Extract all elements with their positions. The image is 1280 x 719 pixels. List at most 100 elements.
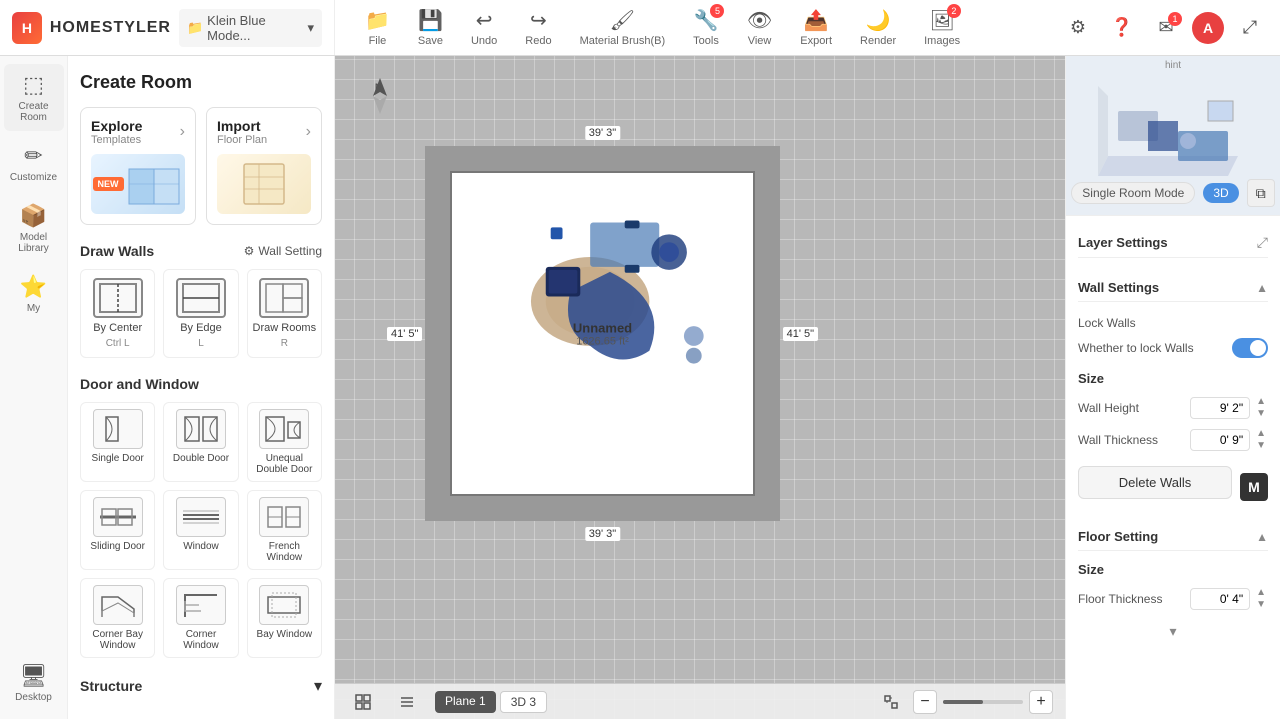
- window-label: Window: [183, 541, 219, 552]
- delete-walls-button[interactable]: Delete Walls: [1078, 466, 1232, 499]
- customize-icon: ✏: [24, 143, 42, 169]
- import-card[interactable]: Import Floor Plan ›: [206, 107, 322, 225]
- wall-height-input[interactable]: [1190, 397, 1250, 419]
- dim-bottom: 39' 3": [585, 527, 620, 541]
- window[interactable]: Window: [163, 490, 238, 570]
- left-panel: ⬚ CreateRoom ✏ Customize 📦 ModelLibrary …: [0, 56, 335, 719]
- bottom-bar: Plane 1 3D 3 − +: [335, 683, 1065, 719]
- sidebar-label-my: My: [27, 303, 40, 314]
- floor-thickness-input[interactable]: [1190, 588, 1250, 610]
- wall-setting-label: Wall Setting: [258, 244, 322, 258]
- zoom-in-button[interactable]: +: [1029, 690, 1053, 714]
- unequal-double-door[interactable]: Unequal Double Door: [247, 402, 322, 482]
- settings-button[interactable]: ⚙: [1060, 10, 1096, 46]
- sidebar-item-customize[interactable]: ✏ Customize: [4, 135, 64, 191]
- toolbar-undo[interactable]: ↩ Undo: [457, 2, 511, 53]
- fullscreen-button[interactable]: ⤢: [1232, 10, 1268, 46]
- floor-setting-chevron-down-icon[interactable]: ▾: [1169, 623, 1176, 640]
- single-room-mode-btn[interactable]: Single Room Mode: [1071, 182, 1195, 204]
- toolbar-right: ⚙ ❓ ✉1 A ⤢: [1048, 10, 1280, 46]
- wall-thickness-down[interactable]: ▼: [1254, 440, 1268, 452]
- explore-title: Explore: [91, 118, 142, 134]
- toolbar-export[interactable]: 📤 Export: [786, 2, 846, 53]
- expand-icon: ⤢: [1257, 234, 1268, 251]
- sidebar-label-customize: Customize: [10, 172, 57, 183]
- explore-card[interactable]: Explore Templates › NEW: [80, 107, 196, 225]
- sidebar-item-create-room[interactable]: ⬚ CreateRoom: [4, 64, 64, 131]
- zoom-out-button[interactable]: −: [913, 690, 937, 714]
- m-badge[interactable]: M: [1240, 473, 1268, 501]
- floor-thickness-down[interactable]: ▼: [1254, 599, 1268, 611]
- toolbar-images[interactable]: 🖼2 Images: [910, 2, 974, 53]
- wall-settings-section: Wall Settings ▲ Lock Walls Whether to lo…: [1078, 274, 1268, 507]
- mail-button[interactable]: ✉1: [1148, 10, 1184, 46]
- sidebar-item-desktop[interactable]: 🖥 Desktop: [4, 655, 64, 711]
- french-window[interactable]: French Window: [247, 490, 322, 570]
- toolbar-render[interactable]: 🌙 Render: [846, 2, 910, 53]
- avatar[interactable]: A: [1192, 12, 1224, 44]
- help-button[interactable]: ❓: [1104, 10, 1140, 46]
- whether-lock-label: Whether to lock Walls: [1078, 341, 1194, 355]
- explore-thumb: NEW: [91, 154, 185, 214]
- sidebar-item-model-library[interactable]: 📦 ModelLibrary: [4, 195, 64, 262]
- by-edge-shortcut: L: [198, 338, 204, 349]
- toolbar-redo[interactable]: ↪ Redo: [511, 2, 565, 53]
- wall-height-down[interactable]: ▼: [1254, 408, 1268, 420]
- zoom-fill: [943, 700, 983, 704]
- wall-thickness-up[interactable]: ▲: [1254, 428, 1268, 440]
- single-door[interactable]: Single Door: [80, 402, 155, 482]
- images-icon: 🖼2: [929, 8, 954, 33]
- main: ⬚ CreateRoom ✏ Customize 📦 ModelLibrary …: [0, 56, 1280, 719]
- plane1-tab[interactable]: Plane 1: [435, 691, 496, 713]
- draw-rooms[interactable]: Draw Rooms R: [247, 269, 322, 358]
- toolbar-material-brush[interactable]: 🖌 Material Brush(B): [566, 2, 680, 53]
- layer-settings-header[interactable]: Layer Settings ⤢: [1078, 228, 1268, 258]
- bay-window[interactable]: Bay Window: [247, 578, 322, 658]
- wall-height-row: Wall Height ▲ ▼: [1078, 392, 1268, 424]
- wall-height-label: Wall Height: [1078, 401, 1139, 415]
- lock-walls-row: Lock Walls: [1078, 312, 1268, 334]
- wall-settings-header[interactable]: Wall Settings ▲: [1078, 274, 1268, 302]
- sidebar-item-my[interactable]: ⭐ My: [4, 266, 64, 322]
- floor-thickness-up[interactable]: ▲: [1254, 587, 1268, 599]
- 3d3-tab[interactable]: 3D 3: [500, 691, 547, 713]
- sliding-door[interactable]: Sliding Door: [80, 490, 155, 570]
- zoom-slider[interactable]: [943, 700, 1023, 704]
- window-icon: [176, 497, 226, 537]
- wall-height-stepper: ▲ ▼: [1254, 396, 1268, 420]
- corner-bay-window[interactable]: Corner Bay Window: [80, 578, 155, 658]
- double-door[interactable]: Double Door: [163, 402, 238, 482]
- file-icon: 📁: [365, 8, 390, 33]
- door-window-header: Door and Window: [80, 376, 322, 392]
- draw-by-edge[interactable]: By Edge L: [163, 269, 238, 358]
- floor-setting-title: Floor Setting: [1078, 529, 1158, 544]
- toolbar-save[interactable]: 💾 Save: [404, 2, 457, 53]
- corner-window[interactable]: Corner Window: [163, 578, 238, 658]
- draw-by-center[interactable]: By Center Ctrl L: [80, 269, 155, 358]
- dim-left: 41' 5": [387, 327, 422, 341]
- floor-setting-section: Floor Setting ▲ Size Floor Thickness ▲ ▼: [1078, 523, 1268, 640]
- mail-badge: 1: [1168, 12, 1182, 26]
- whether-lock-row: Whether to lock Walls: [1078, 334, 1268, 362]
- dim-top: 39' 3": [585, 126, 620, 140]
- canvas-area[interactable]: N: [335, 56, 1065, 719]
- double-door-icon: [176, 409, 226, 449]
- floor-plan: Unnamed 1626.65 ft² 39' 3" 39' 3" 41' 5"…: [425, 146, 780, 521]
- preview-copy-btn[interactable]: ⧉: [1247, 179, 1275, 207]
- grid-button[interactable]: [347, 690, 379, 714]
- wall-height-up[interactable]: ▲: [1254, 396, 1268, 408]
- toolbar-file[interactable]: 📁 File: [351, 2, 404, 53]
- fit-button[interactable]: [875, 690, 907, 714]
- structure-header[interactable]: Structure ▾: [80, 676, 322, 696]
- wall-setting-button[interactable]: ⚙ Wall Setting: [244, 244, 322, 258]
- align-button[interactable]: [391, 690, 423, 714]
- 3d-mode-btn[interactable]: 3D: [1203, 183, 1238, 203]
- floor-setting-header[interactable]: Floor Setting ▲: [1078, 523, 1268, 551]
- bay-window-icon: [259, 585, 309, 625]
- toolbar-view[interactable]: 👁 View: [733, 2, 786, 53]
- project-name[interactable]: 📁 Klein Blue Mode... ▾: [179, 9, 322, 47]
- toolbar-tools[interactable]: 🔧5 Tools: [679, 2, 733, 53]
- lock-walls-toggle[interactable]: [1232, 338, 1268, 358]
- wall-thickness-input[interactable]: [1190, 429, 1250, 451]
- import-arrow-icon: ›: [306, 123, 311, 141]
